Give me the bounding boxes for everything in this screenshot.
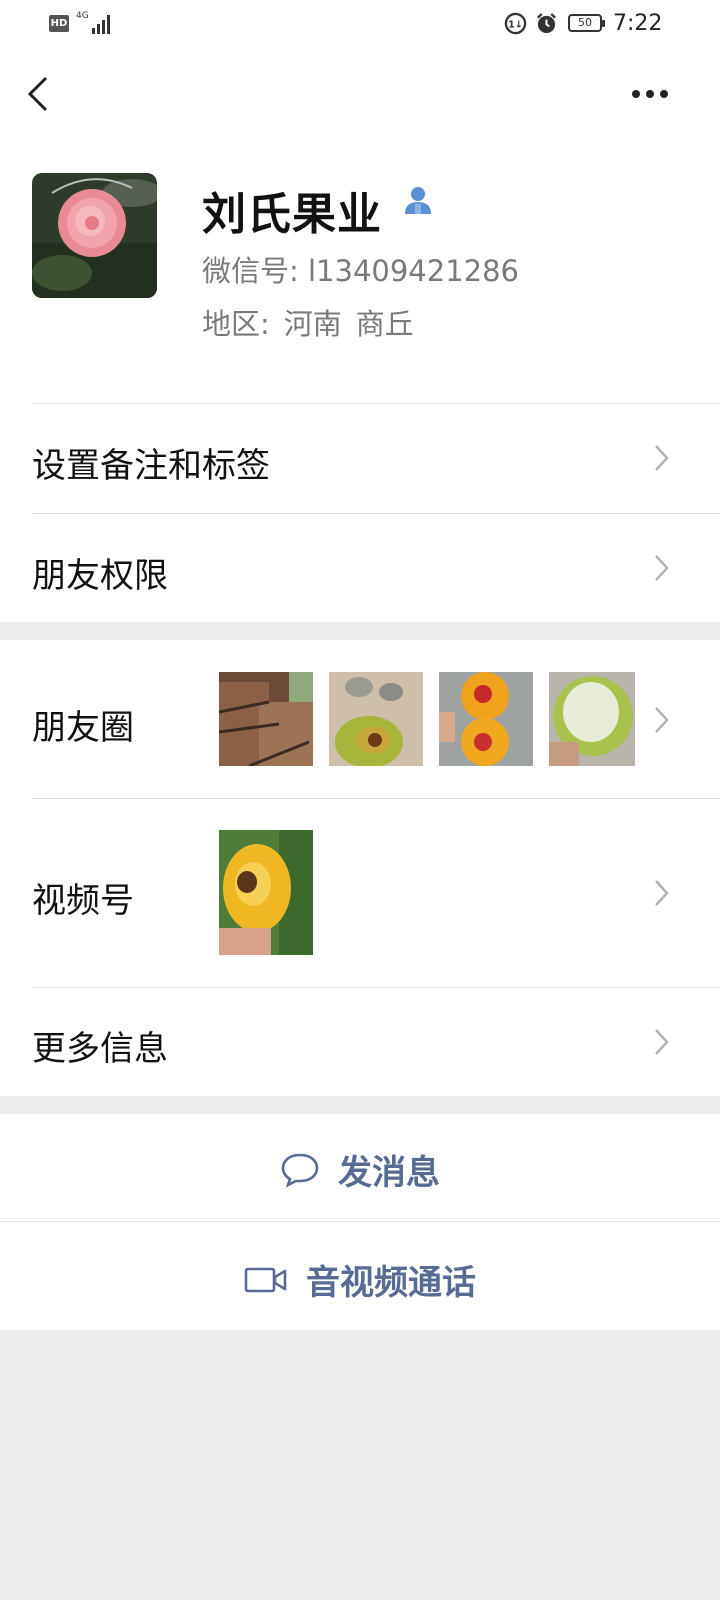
- divider: [32, 798, 720, 799]
- row-more-info[interactable]: 更多信息: [32, 1021, 168, 1070]
- battery-icon: 50: [568, 14, 605, 32]
- data-saver-icon: 1↓: [504, 12, 527, 35]
- row-channels[interactable]: 视频号: [32, 873, 134, 922]
- divider: [32, 987, 720, 988]
- chat-bubble-icon: [281, 1153, 319, 1188]
- chevron-right-icon: [655, 707, 669, 733]
- contact-person-icon: [405, 187, 431, 214]
- chevron-right-icon: [655, 445, 669, 471]
- chevron-right-icon: [655, 1029, 669, 1055]
- row-remark-tags[interactable]: 设置备注和标签: [32, 438, 270, 487]
- divider: [32, 513, 720, 514]
- hd-indicator: HD: [49, 15, 69, 32]
- moments-photo[interactable]: [329, 672, 423, 766]
- more-dots-icon[interactable]: [630, 88, 670, 100]
- divider: [0, 1221, 720, 1222]
- status-bar: HD 4G 1↓ 50 7:22: [0, 0, 720, 50]
- region-label: 地区:: [202, 307, 270, 341]
- wechat-id: 微信号: l13409421286: [202, 254, 520, 288]
- svg-text:1↓: 1↓: [508, 19, 523, 30]
- channels-video-thumbnail[interactable]: [219, 830, 313, 955]
- region-province: 河南: [283, 307, 342, 341]
- video-call-label: 音视频通话: [306, 1263, 476, 1303]
- chevron-left-icon[interactable]: [26, 76, 50, 112]
- region-city: 商丘: [355, 307, 414, 341]
- video-call-button[interactable]: 音视频通话: [0, 1255, 720, 1304]
- video-camera-icon: [244, 1267, 287, 1292]
- contact-name: 刘氏果业: [202, 189, 382, 240]
- moments-photo[interactable]: [219, 672, 313, 766]
- moments-photo[interactable]: [439, 672, 533, 766]
- send-message-label: 发消息: [338, 1153, 440, 1193]
- chevron-right-icon: [655, 555, 669, 581]
- row-friend-permissions[interactable]: 朋友权限: [32, 548, 168, 597]
- chevron-right-icon: [655, 880, 669, 906]
- divider: [32, 403, 720, 404]
- row-moments[interactable]: 朋友圈: [32, 700, 134, 749]
- clock: 7:22: [613, 11, 663, 36]
- avatar[interactable]: [32, 173, 157, 298]
- alarm-icon: [537, 13, 556, 34]
- send-message-button[interactable]: 发消息: [0, 1145, 720, 1197]
- signal-icon: [86, 12, 112, 34]
- moments-photo[interactable]: [549, 672, 635, 766]
- region: 地区: 河南 商丘: [202, 301, 428, 343]
